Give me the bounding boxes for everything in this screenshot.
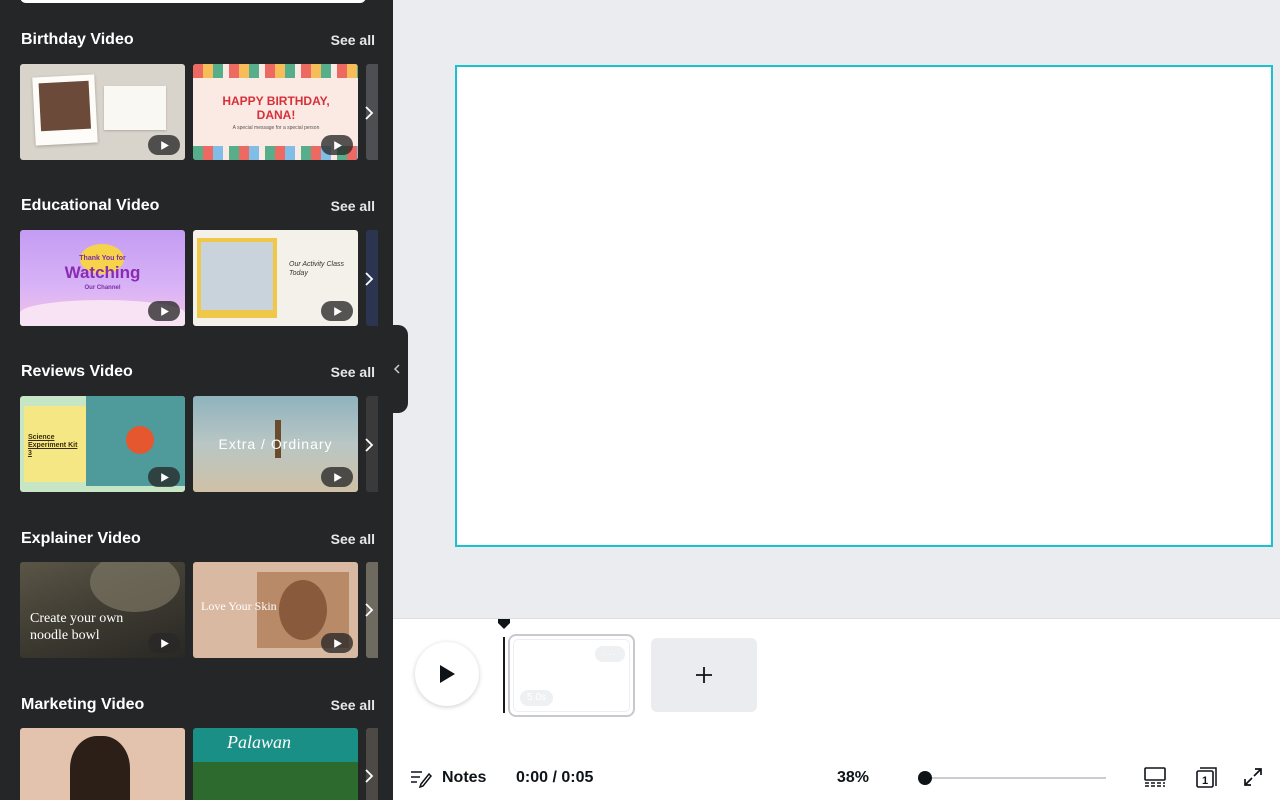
section-title: Birthday Video bbox=[21, 31, 134, 48]
play-icon bbox=[148, 633, 180, 653]
section-header: Reviews Video See all bbox=[21, 360, 375, 384]
note-card bbox=[104, 86, 166, 130]
section-title: Explainer Video bbox=[21, 530, 141, 547]
thumbnail-heading: Science Experiment Kit 3 bbox=[28, 434, 78, 457]
see-all-link[interactable]: See all bbox=[331, 198, 375, 214]
chevron-right-icon[interactable] bbox=[362, 765, 376, 787]
play-icon bbox=[321, 467, 353, 487]
template-thumbnail[interactable] bbox=[20, 728, 185, 800]
section-title: Reviews Video bbox=[21, 363, 133, 380]
play-icon bbox=[321, 301, 353, 321]
section-header: Explainer Video See all bbox=[21, 527, 375, 551]
template-thumbnail[interactable]: HAPPY BIRTHDAY, DANA! A special message … bbox=[193, 64, 358, 160]
template-row: Create your own noodle bowl Love Your Sk… bbox=[20, 562, 393, 658]
playhead[interactable] bbox=[503, 637, 505, 713]
photo-frame bbox=[32, 74, 98, 146]
play-icon bbox=[440, 665, 455, 683]
thumbnail-subheading: Thank You for bbox=[79, 255, 126, 262]
see-all-link[interactable]: See all bbox=[331, 531, 375, 547]
fullscreen-icon[interactable] bbox=[1241, 765, 1265, 789]
page-count-icon[interactable]: 1 bbox=[1195, 765, 1219, 789]
portrait-photo bbox=[70, 736, 130, 800]
zoom-slider-thumb[interactable] bbox=[917, 771, 932, 785]
notes-icon bbox=[411, 771, 432, 788]
play-button[interactable] bbox=[415, 642, 479, 706]
zoom-value[interactable]: 38% bbox=[837, 769, 869, 787]
thumbnail-caption: Our Channel bbox=[84, 285, 121, 291]
thumbnail-heading: Our Activity Class Today bbox=[289, 261, 344, 277]
page-count-label: 1 bbox=[1202, 775, 1209, 787]
clip-more-button[interactable]: ··· bbox=[595, 646, 625, 662]
chevron-right-icon[interactable] bbox=[362, 268, 376, 290]
play-icon bbox=[148, 301, 180, 321]
see-all-link[interactable]: See all bbox=[331, 364, 375, 380]
timeline-clip[interactable]: ··· 5.0s bbox=[508, 634, 635, 717]
template-thumbnail[interactable]: Love Your Skin bbox=[193, 562, 358, 658]
notes-label: Notes bbox=[442, 769, 487, 786]
thumbnail-heading: HAPPY BIRTHDAY, DANA! bbox=[222, 94, 330, 122]
thumbnail-subheading: A special message for a special person bbox=[232, 125, 320, 131]
chevron-right-icon[interactable] bbox=[362, 434, 376, 456]
classroom-photo bbox=[201, 242, 273, 310]
template-thumbnail[interactable] bbox=[20, 64, 185, 160]
collapse-panel-button[interactable] bbox=[386, 325, 408, 413]
template-row: HAPPY BIRTHDAY, DANA! A special message … bbox=[20, 64, 393, 160]
chevron-right-icon[interactable] bbox=[362, 102, 376, 124]
thumbnail-heading: Watching bbox=[64, 263, 141, 282]
playhead-handle[interactable] bbox=[498, 619, 510, 629]
template-row: Science Experiment Kit 3 Extra / Ordinar… bbox=[20, 396, 393, 492]
fruit-shape bbox=[126, 426, 154, 454]
zoom-slider-track[interactable] bbox=[921, 777, 1106, 779]
section-header: Educational Video See all bbox=[21, 194, 375, 218]
flower-border-top bbox=[193, 64, 358, 78]
design-canvas[interactable] bbox=[455, 65, 1273, 547]
section-header: Birthday Video See all bbox=[21, 28, 375, 52]
thumbnail-heading: Extra / Ordinary bbox=[218, 436, 333, 452]
see-all-link[interactable]: See all bbox=[331, 697, 375, 713]
see-all-link[interactable]: See all bbox=[331, 32, 375, 48]
chevron-right-icon[interactable] bbox=[362, 599, 376, 621]
clip-duration-badge: 5.0s bbox=[520, 690, 553, 706]
template-row: Thank You for Watching Our Channel Our A… bbox=[20, 230, 393, 326]
template-thumbnail[interactable]: Palawan bbox=[193, 728, 358, 800]
template-thumbnail[interactable]: Create your own noodle bowl bbox=[20, 562, 185, 658]
time-readout: 0:00 / 0:05 bbox=[516, 769, 594, 786]
thumbnail-heading: Create your own noodle bowl bbox=[30, 611, 124, 643]
plus-icon bbox=[696, 667, 712, 683]
template-thumbnail[interactable]: Thank You for Watching Our Channel bbox=[20, 230, 185, 326]
section-title: Educational Video bbox=[21, 197, 160, 214]
timeline-panel: ··· 5.0s Notes 0:00 / 0:05 38% 1 bbox=[393, 618, 1280, 800]
search-input[interactable] bbox=[20, 0, 366, 3]
jungle-photo bbox=[193, 762, 358, 800]
notes-button[interactable]: Notes bbox=[410, 767, 486, 789]
template-row: Palawan bbox=[20, 728, 393, 800]
grid-view-icon[interactable] bbox=[1143, 765, 1167, 789]
template-sidebar: Birthday Video See all HAPPY BIRTHDAY, D… bbox=[0, 0, 393, 800]
thumbnail-heading: Love Your Skin bbox=[201, 599, 277, 613]
bowl-photo bbox=[90, 562, 180, 612]
template-thumbnail[interactable]: Extra / Ordinary bbox=[193, 396, 358, 492]
photo-frame bbox=[197, 238, 277, 318]
chevron-left-icon bbox=[393, 364, 400, 374]
thumbnail-heading: Palawan bbox=[227, 732, 292, 752]
play-icon bbox=[321, 135, 353, 155]
template-thumbnail[interactable]: Science Experiment Kit 3 bbox=[20, 396, 185, 492]
section-title: Marketing Video bbox=[21, 696, 145, 713]
section-header: Marketing Video See all bbox=[21, 693, 375, 717]
add-page-button[interactable] bbox=[651, 638, 757, 712]
play-icon bbox=[148, 135, 180, 155]
portrait-photo bbox=[38, 80, 92, 132]
template-thumbnail[interactable]: Our Activity Class Today bbox=[193, 230, 358, 326]
template-thumbnail-partial[interactable] bbox=[366, 728, 378, 800]
play-icon bbox=[148, 467, 180, 487]
play-icon bbox=[321, 633, 353, 653]
